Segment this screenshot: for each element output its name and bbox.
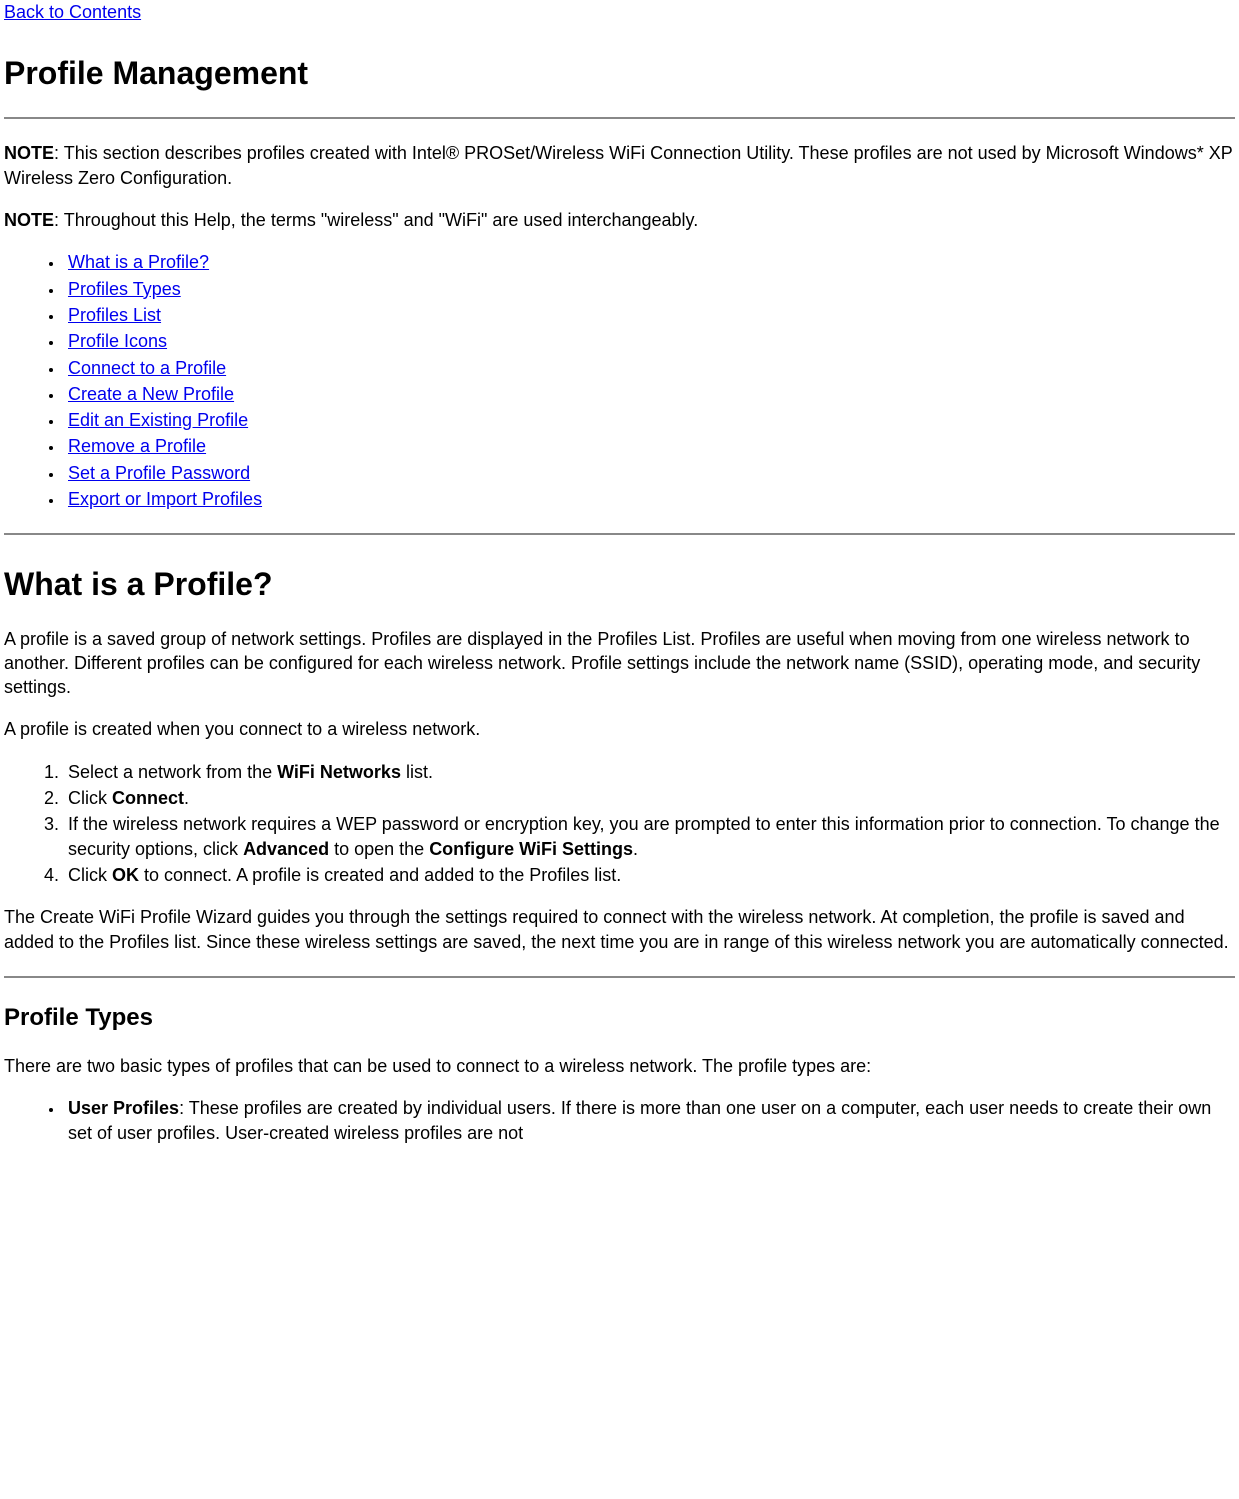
toc-item: Create a New Profile [64, 382, 1235, 406]
text: Click [68, 865, 112, 885]
back-to-contents-link[interactable]: Back to Contents [4, 2, 141, 22]
text: . [633, 839, 638, 859]
divider [4, 533, 1235, 535]
page-title: Profile Management [4, 52, 1235, 95]
profile-types-list: User Profiles: These profiles are create… [4, 1096, 1235, 1145]
section-heading-what-is-profile: What is a Profile? [4, 563, 1235, 606]
note-text: : This section describes profiles create… [4, 143, 1232, 187]
paragraph: The Create WiFi Profile Wizard guides yo… [4, 905, 1235, 954]
note-1: NOTE: This section describes profiles cr… [4, 141, 1235, 190]
text: : These profiles are created by individu… [68, 1098, 1211, 1142]
toc-link-create-profile[interactable]: Create a New Profile [68, 384, 234, 404]
bold-text: Advanced [243, 839, 329, 859]
step-item: Select a network from the WiFi Networks … [64, 760, 1235, 784]
text: . [184, 788, 189, 808]
toc-link-set-password[interactable]: Set a Profile Password [68, 463, 250, 483]
note-label: NOTE [4, 143, 54, 163]
toc-item: Profiles List [64, 303, 1235, 327]
text: list. [401, 762, 433, 782]
section-heading-profile-types: Profile Types [4, 1002, 1235, 1034]
text: Select a network from the [68, 762, 277, 782]
text: Click [68, 788, 112, 808]
toc-item: Connect to a Profile [64, 356, 1235, 380]
toc-list: What is a Profile? Profiles Types Profil… [4, 250, 1235, 511]
step-item: Click OK to connect. A profile is create… [64, 863, 1235, 887]
toc-item: Remove a Profile [64, 434, 1235, 458]
toc-link-edit-profile[interactable]: Edit an Existing Profile [68, 410, 248, 430]
toc-item: What is a Profile? [64, 250, 1235, 274]
note-text: : Throughout this Help, the terms "wirel… [54, 210, 698, 230]
toc-link-remove-profile[interactable]: Remove a Profile [68, 436, 206, 456]
bold-text: Configure WiFi Settings [429, 839, 633, 859]
toc-item: Profiles Types [64, 277, 1235, 301]
toc-link-export-import[interactable]: Export or Import Profiles [68, 489, 262, 509]
paragraph: A profile is a saved group of network se… [4, 627, 1235, 700]
divider [4, 976, 1235, 978]
divider [4, 117, 1235, 119]
step-item: Click Connect. [64, 786, 1235, 810]
toc-link-profiles-types[interactable]: Profiles Types [68, 279, 181, 299]
toc-item: Set a Profile Password [64, 461, 1235, 485]
toc-link-profile-icons[interactable]: Profile Icons [68, 331, 167, 351]
paragraph: There are two basic types of profiles th… [4, 1054, 1235, 1078]
text: If the wireless network requires a WEP p… [68, 814, 1220, 858]
toc-link-connect-profile[interactable]: Connect to a Profile [68, 358, 226, 378]
paragraph: A profile is created when you connect to… [4, 717, 1235, 741]
bold-text: Connect [112, 788, 184, 808]
toc-item: Profile Icons [64, 329, 1235, 353]
step-item: If the wireless network requires a WEP p… [64, 812, 1235, 861]
list-item: User Profiles: These profiles are create… [64, 1096, 1235, 1145]
note-label: NOTE [4, 210, 54, 230]
toc-item: Edit an Existing Profile [64, 408, 1235, 432]
text: to connect. A profile is created and add… [139, 865, 621, 885]
note-2: NOTE: Throughout this Help, the terms "w… [4, 208, 1235, 232]
toc-item: Export or Import Profiles [64, 487, 1235, 511]
bold-text: OK [112, 865, 139, 885]
text: to open the [329, 839, 429, 859]
toc-link-what-is-profile[interactable]: What is a Profile? [68, 252, 209, 272]
steps-list: Select a network from the WiFi Networks … [4, 760, 1235, 887]
toc-link-profiles-list[interactable]: Profiles List [68, 305, 161, 325]
bold-text: User Profiles [68, 1098, 179, 1118]
bold-text: WiFi Networks [277, 762, 401, 782]
